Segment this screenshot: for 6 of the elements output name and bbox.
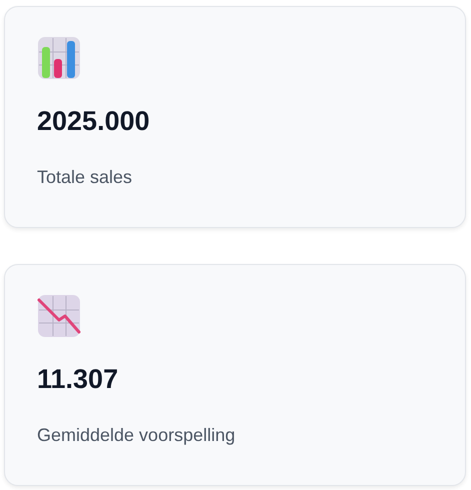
stat-value: 11.307 (37, 364, 120, 395)
stat-value: 2025.000 (37, 106, 151, 137)
stat-label: Totale sales (37, 167, 134, 188)
stat-label: Gemiddelde voorspelling (37, 425, 236, 446)
bar-chart-icon (37, 36, 81, 80)
chart-decreasing-icon (37, 294, 81, 338)
